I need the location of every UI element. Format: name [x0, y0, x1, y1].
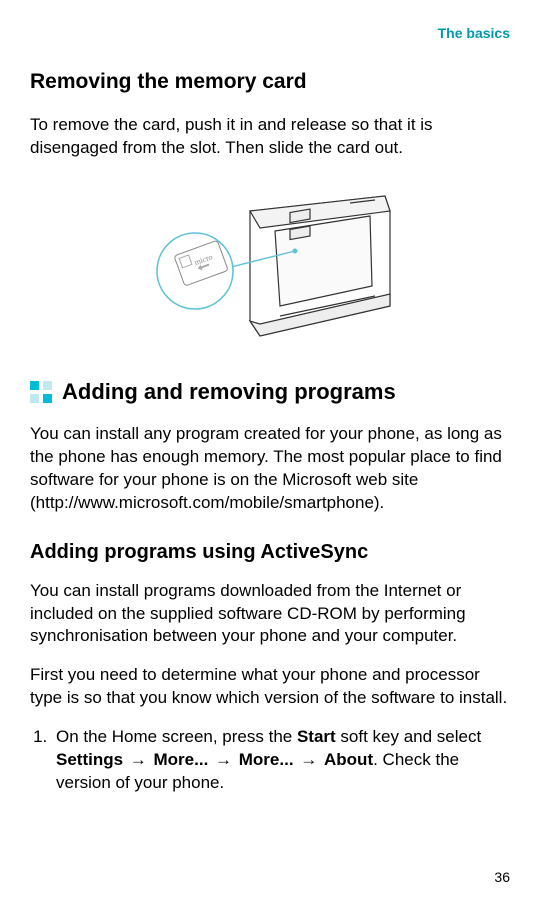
heading-removing-memory-card: Removing the memory card: [30, 68, 510, 96]
paragraph-activesync-install: You can install programs downloaded from…: [30, 580, 510, 649]
section-bullet-icon: [30, 381, 52, 403]
arrow-icon: →: [123, 750, 153, 769]
step-list: On the Home screen, press the Start soft…: [30, 726, 510, 795]
step-1: On the Home screen, press the Start soft…: [52, 726, 510, 795]
phone-illustration: micro: [140, 176, 400, 346]
step1-more2: More...: [239, 750, 294, 769]
chapter-header: The basics: [438, 24, 510, 43]
step1-start: Start: [297, 727, 336, 746]
step1-text-pre: On the Home screen, press the: [56, 727, 297, 746]
arrow-icon: →: [208, 750, 238, 769]
paragraph-remove-card: To remove the card, push it in and relea…: [30, 114, 510, 160]
step1-about: About: [324, 750, 373, 769]
paragraph-install-program: You can install any program created for …: [30, 423, 510, 515]
step1-more1: More...: [154, 750, 209, 769]
section-title: Adding and removing programs: [62, 377, 396, 407]
section-adding-removing-programs: Adding and removing programs: [30, 377, 510, 407]
page-number: 36: [494, 868, 510, 887]
step1-settings: Settings: [56, 750, 123, 769]
arrow-icon: →: [294, 750, 324, 769]
paragraph-determine-processor: First you need to determine what your ph…: [30, 664, 510, 710]
figure-phone-memory-card: micro: [30, 176, 510, 353]
step1-text-mid1: soft key and select: [336, 727, 482, 746]
heading-activesync: Adding programs using ActiveSync: [30, 539, 510, 566]
